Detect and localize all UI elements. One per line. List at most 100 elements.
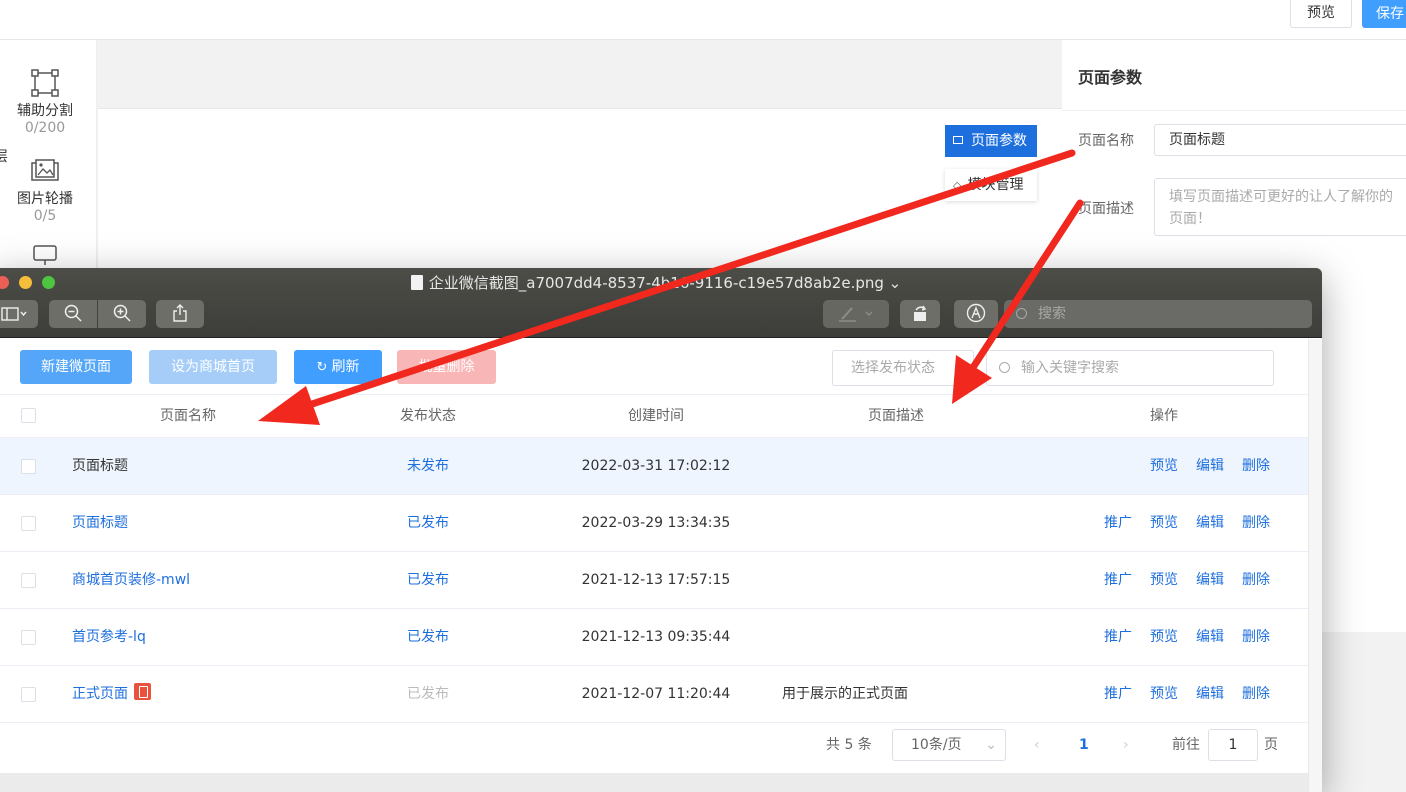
page-name[interactable]: 页面标题: [72, 495, 128, 551]
status-select-placeholder: 选择发布状态: [851, 360, 935, 376]
content-footer: [0, 773, 1322, 792]
page-name-text: 正式页面: [72, 686, 128, 702]
component-carousel[interactable]: 图片轮播 0/5: [0, 156, 90, 224]
edit-link[interactable]: 编辑: [1196, 572, 1224, 588]
page-size-select[interactable]: 10条/页 ⌄: [892, 729, 1006, 761]
preview-button[interactable]: 预览: [1290, 0, 1352, 28]
row-actions: 预览 编辑 删除: [1070, 438, 1270, 494]
goto-label: 前往: [1172, 737, 1200, 753]
delete-link[interactable]: 删除: [1242, 686, 1270, 702]
window-search-input[interactable]: 搜索: [1004, 300, 1312, 328]
document-icon: [410, 275, 423, 290]
refresh-icon: ↻: [316, 360, 328, 375]
page-desc-textarea[interactable]: 填写页面描述可更好的让人了解你的页面！: [1154, 178, 1406, 236]
annotate-button[interactable]: [954, 300, 998, 328]
status-select[interactable]: 选择发布状态 ⌄: [832, 350, 974, 386]
promote-link[interactable]: 推广: [1104, 629, 1132, 645]
current-page[interactable]: 1: [1079, 729, 1089, 761]
page-name-input[interactable]: 页面标题: [1154, 124, 1406, 156]
tab-module-manage[interactable]: ◇ 模块管理: [945, 169, 1037, 201]
prev-page-button[interactable]: ‹: [1034, 729, 1040, 761]
component-count: 0/5: [33, 208, 57, 224]
delete-link[interactable]: 删除: [1242, 629, 1270, 645]
preview-link[interactable]: 预览: [1150, 572, 1178, 588]
page-name[interactable]: 首页参考-lq: [72, 609, 146, 665]
window-title-text: 企业微信截图_a7007dd4-8537-4b16-9116-c19e57d8a…: [428, 274, 884, 292]
page-desc-label: 页面描述: [1078, 201, 1134, 217]
select-all-checkbox[interactable]: [21, 408, 36, 423]
sidebar-toggle-button[interactable]: [0, 300, 38, 328]
row-checkbox[interactable]: [21, 630, 36, 645]
preview-link[interactable]: 预览: [1150, 629, 1178, 645]
promote-link[interactable]: 推广: [1104, 572, 1132, 588]
edit-link[interactable]: 编辑: [1196, 515, 1224, 531]
component-name: 图片轮播: [17, 191, 73, 207]
table-row: 页面标题 未发布 2022-03-31 17:02:12 预览 编辑 删除: [0, 438, 1308, 495]
edit-link[interactable]: 编辑: [1196, 629, 1224, 645]
panel-title: 页面参数: [1078, 68, 1143, 87]
delete-link[interactable]: 删除: [1242, 458, 1270, 474]
created-time: 2021-12-13 09:35:44: [581, 629, 731, 645]
component-count: 0/200: [24, 120, 66, 136]
batch-delete-button[interactable]: 批量删除: [397, 350, 496, 384]
page-name[interactable]: 正式页面: [72, 666, 151, 722]
zoom-in-button[interactable]: [98, 300, 146, 328]
row-checkbox[interactable]: [21, 687, 36, 702]
search-icon: [1016, 308, 1027, 319]
row-actions: 推广 预览 编辑 删除: [1070, 666, 1270, 722]
monitor-icon: [33, 245, 57, 265]
tab-page-params[interactable]: 页面参数: [945, 125, 1037, 157]
delete-link[interactable]: 删除: [1242, 515, 1270, 531]
edit-link[interactable]: 编辑: [1196, 458, 1224, 474]
promote-link[interactable]: 推广: [1104, 515, 1132, 531]
chevron-down-icon: ⌄: [985, 737, 997, 753]
goto-page-input[interactable]: 1: [1208, 729, 1258, 761]
component-panel: 层 辅助分割 0/200 图片轮播 0/5: [0, 40, 97, 280]
created-time: 2022-03-29 13:34:35: [581, 515, 731, 531]
set-home-button[interactable]: 设为商城首页: [149, 350, 277, 384]
preview-link[interactable]: 预览: [1150, 515, 1178, 531]
rotate-icon: [914, 305, 927, 321]
new-page-button[interactable]: 新建微页面: [20, 350, 132, 384]
page-name[interactable]: 商城首页装修-mwl: [72, 552, 190, 608]
table-row: 首页参考-lq 已发布 2021-12-13 09:35:44 推广 预览 编辑 删除: [0, 609, 1308, 666]
canvas-header: [98, 40, 1062, 108]
delete-link[interactable]: 删除: [1242, 572, 1270, 588]
header-status: 发布状态: [400, 408, 456, 424]
row-checkbox[interactable]: [21, 573, 36, 588]
row-checkbox[interactable]: [21, 516, 36, 531]
tab-label: 页面参数: [971, 133, 1027, 149]
window-title: 企业微信截图_a7007dd4-8537-4b16-9116-c19e57d8a…: [0, 272, 1322, 293]
scrollbar[interactable]: [1308, 339, 1322, 792]
table-header: 页面名称 发布状态 创建时间 页面描述 操作: [0, 394, 1308, 438]
divider: [1062, 110, 1406, 111]
header-actions: 操作: [1150, 408, 1178, 424]
rotate-button[interactable]: [900, 300, 940, 328]
row-checkbox[interactable]: [21, 459, 36, 474]
zoom-out-icon: [64, 304, 82, 322]
created-time: 2021-12-07 11:20:44: [581, 686, 731, 702]
publish-status: 已发布: [407, 572, 449, 588]
publish-status: 已发布: [407, 515, 449, 531]
annotate-icon: [966, 303, 986, 323]
refresh-button[interactable]: ↻ 刷新: [294, 350, 382, 384]
next-page-button[interactable]: ›: [1123, 729, 1129, 761]
page-name: 页面标题: [72, 458, 128, 474]
chevron-down-icon[interactable]: ⌄: [884, 274, 902, 292]
zoom-out-button[interactable]: [49, 300, 97, 328]
markup-button[interactable]: [823, 300, 889, 328]
sidebar-icon: [1, 307, 27, 321]
preview-link[interactable]: 预览: [1150, 686, 1178, 702]
component-divider[interactable]: 辅助分割 0/200: [0, 68, 90, 136]
component-name: 辅助分割: [17, 103, 73, 119]
page-canvas: [98, 108, 1062, 288]
share-icon: [173, 304, 187, 322]
share-button[interactable]: [156, 300, 204, 328]
edit-link[interactable]: 编辑: [1196, 686, 1224, 702]
promote-link[interactable]: 推广: [1104, 686, 1132, 702]
table-row: 商城首页装修-mwl 已发布 2021-12-13 17:57:15 推广 预览 编…: [0, 552, 1308, 609]
save-button[interactable]: 保存: [1362, 0, 1406, 28]
page-name-label: 页面名称: [1078, 133, 1134, 149]
keyword-search-input[interactable]: 输入关键字搜索: [986, 350, 1274, 386]
preview-link[interactable]: 预览: [1150, 458, 1178, 474]
